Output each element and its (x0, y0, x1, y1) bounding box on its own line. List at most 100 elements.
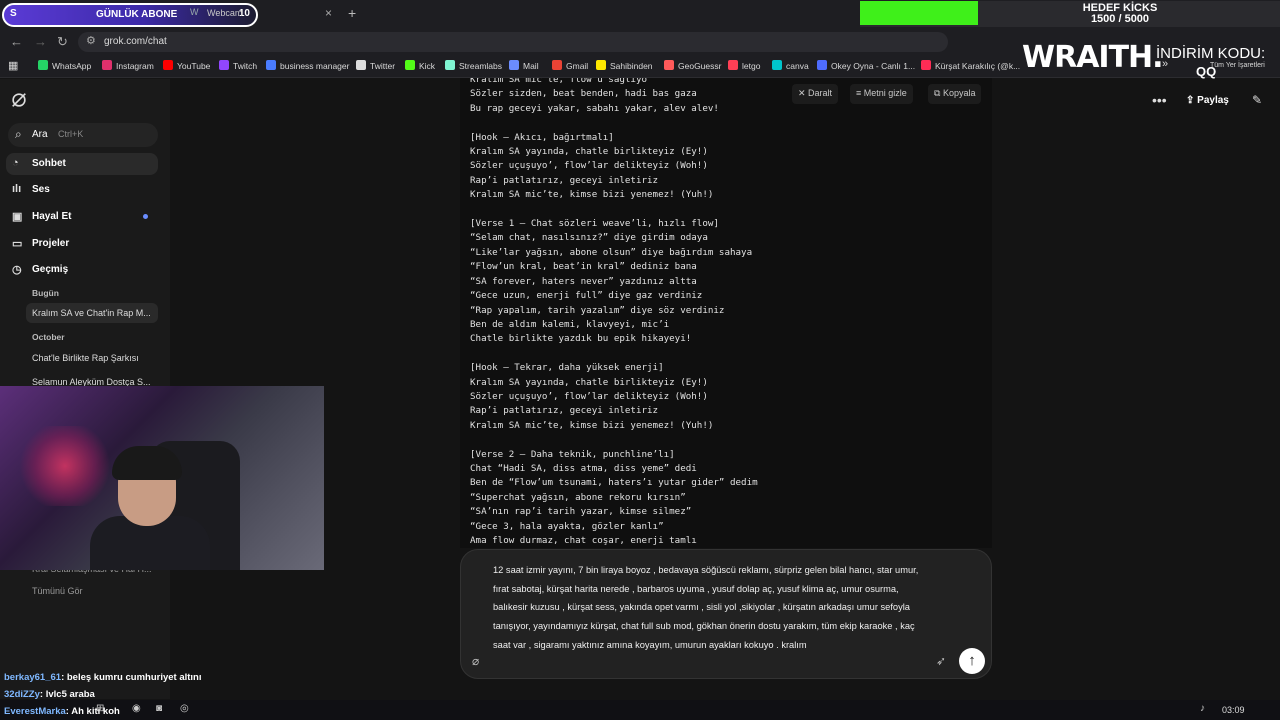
bookmark-label: Gmail (566, 61, 589, 71)
chat-message: Ah kiti koh (71, 706, 120, 717)
more-options-icon[interactable]: ••• (1152, 92, 1167, 108)
volume-icon[interactable]: ♪ (1200, 703, 1205, 714)
collapse-label: Daralt (808, 88, 833, 98)
bookmark-label: Twitter (370, 61, 396, 71)
bookmark-label: Mail (523, 61, 539, 71)
chat-message: beleş kumru cumhuriyet altını (66, 672, 202, 683)
bookmark-item[interactable]: Streamlabs (445, 60, 502, 71)
search-icon: ⌕ (15, 127, 22, 141)
os-taskbar: ⊞ ◉ ◙ ◎ ♪ (0, 700, 1280, 720)
hide-text-button[interactable]: ≡ Metni gizle (850, 84, 913, 104)
bookmark-label: Kick (419, 61, 436, 71)
nav-item-voice[interactable]: ılı Ses (6, 179, 158, 201)
bookmark-label: Instagram (116, 61, 154, 71)
nav-label: Hayal Et (32, 211, 72, 222)
bookmark-label: Sahibinden (610, 61, 653, 71)
collapse-button[interactable]: ✕ Daralt (792, 84, 839, 104)
whatsapp-icon (38, 60, 48, 70)
bookmark-item[interactable]: Sahibinden (596, 60, 653, 71)
mail-icon (509, 60, 519, 70)
tab-webcam[interactable]: W Webcam × (180, 6, 332, 24)
search-button[interactable]: ⌕ Ara Ctrl+K (8, 123, 158, 147)
bookmark-item[interactable]: business manager (266, 60, 349, 71)
attach-icon[interactable]: ⌀ (472, 654, 479, 668)
send-button[interactable]: ↑ (959, 648, 985, 674)
message-composer[interactable]: 12 saat izmir yayını, 7 bin liraya boyoz… (460, 549, 992, 679)
instagram-icon (102, 60, 112, 70)
chat-username: EverestMarka (4, 706, 66, 717)
nav-item-history[interactable]: ◷ Geçmiş (6, 259, 158, 281)
composer-text[interactable]: 12 saat izmir yayını, 7 bin liraya boyoz… (493, 561, 933, 655)
tiktok-icon (921, 60, 931, 70)
chat-username: berkay61_61 (4, 672, 62, 683)
bookmark-item[interactable]: canva (772, 60, 809, 71)
nav-label: Ses (32, 184, 50, 195)
new-chat-icon[interactable]: ✎ (1252, 93, 1262, 107)
url-field[interactable]: ⚙ grok.com/chat (78, 32, 948, 52)
webcam-light (20, 426, 110, 506)
bookmark-item[interactable]: Instagram (102, 60, 154, 71)
bookmark-label: business manager (280, 61, 350, 71)
bookmark-item[interactable]: YouTube (163, 60, 210, 71)
reload-icon[interactable]: ↻ (57, 34, 68, 50)
nav-label: Geçmiş (32, 264, 69, 275)
imagine-icon: ▣ (12, 211, 23, 223)
nav-label: Sohbet (32, 158, 66, 169)
okey-icon (817, 60, 827, 70)
bookmark-item[interactable]: Twitch (219, 60, 257, 71)
share-label: Paylaş (1197, 95, 1229, 106)
wrap-icon: ≡ (856, 88, 864, 98)
nav-item-chat[interactable]: ◔ Sohbet (6, 153, 158, 175)
apps-grid-icon[interactable]: ▦ (8, 59, 18, 72)
geoguessr-icon (664, 60, 674, 70)
back-icon[interactable]: ← (10, 34, 23, 49)
canva-icon (772, 60, 782, 70)
kick-icon (405, 60, 415, 70)
nav-item-projects[interactable]: ▭ Projeler (6, 233, 158, 255)
meta-icon (266, 60, 276, 70)
bookmark-item[interactable]: Kick (405, 60, 435, 71)
copy-button[interactable]: ⧉ Kopyala (928, 84, 982, 104)
history-item-label: Kralım SA ve Chat'in Rap M... (32, 308, 151, 318)
chat-message: lvlc5 araba (45, 689, 95, 700)
grok-logo-icon[interactable] (10, 91, 28, 109)
stream-chat-message: EverestMarka: Ah kiti koh (4, 706, 120, 717)
bookmark-item[interactable]: Kürşat Karakılıç (@k... (921, 60, 1020, 71)
nav-label: Projeler (32, 238, 70, 249)
share-button[interactable]: ⇪ Paylaş (1186, 95, 1229, 106)
close-tab-icon[interactable]: × (325, 6, 332, 20)
stream-chat-message: berkay61_61: beleş kumru cumhuriyet altı… (4, 672, 202, 683)
bookmark-item[interactable]: Mail (509, 60, 539, 71)
new-dot-indicator (143, 214, 148, 219)
see-all-link[interactable]: Tümünü Gör (32, 586, 152, 596)
sahibinden-icon (596, 60, 606, 70)
stream-chat-message: 32diZZy: lvlc5 araba (4, 689, 95, 700)
site-info-icon[interactable]: ⚙ (86, 34, 96, 47)
arrow-up-icon: ↑ (968, 652, 976, 669)
history-item[interactable]: Chat'le Birlikte Rap Şarkısı (32, 353, 152, 363)
new-tab-button[interactable]: + (348, 5, 356, 21)
bookmark-label: YouTube (177, 61, 211, 71)
obs-icon[interactable]: ◎ (180, 703, 189, 714)
nav-item-imagine[interactable]: ▣ Hayal Et (6, 206, 158, 228)
forward-icon[interactable]: → (34, 34, 47, 49)
sub-goal-badge: S (10, 8, 17, 19)
discord-icon[interactable]: ◙ (156, 703, 162, 714)
hide-text-label: Metni gizle (863, 88, 907, 98)
chrome-icon[interactable]: ◉ (132, 703, 141, 714)
history-item-active[interactable]: Kralım SA ve Chat'in Rap M... (26, 303, 158, 323)
url-text: grok.com/chat (104, 36, 167, 47)
kick-goal-progress-bar (860, 1, 978, 25)
bookmark-item[interactable]: WhatsApp (38, 60, 91, 71)
bookmark-item[interactable]: Twitter (356, 60, 395, 71)
taskbar-clock: 03:09 (1222, 705, 1245, 715)
voice-icon: ılı (12, 183, 22, 195)
discount-label: İNDİRİM KODU: (1156, 45, 1266, 62)
rocket-icon[interactable]: ➶ (936, 654, 946, 668)
search-label: Ara (32, 129, 48, 140)
bookmark-item[interactable]: Okey Oyna - Canlı 1... (817, 60, 915, 71)
bookmark-item[interactable]: GeoGuessr (664, 60, 721, 71)
bookmark-item[interactable]: letgo (728, 60, 760, 71)
bookmark-item[interactable]: Gmail (552, 60, 588, 71)
all-bookmarks-link[interactable]: Tüm Yer İşaretleri (1210, 62, 1265, 69)
